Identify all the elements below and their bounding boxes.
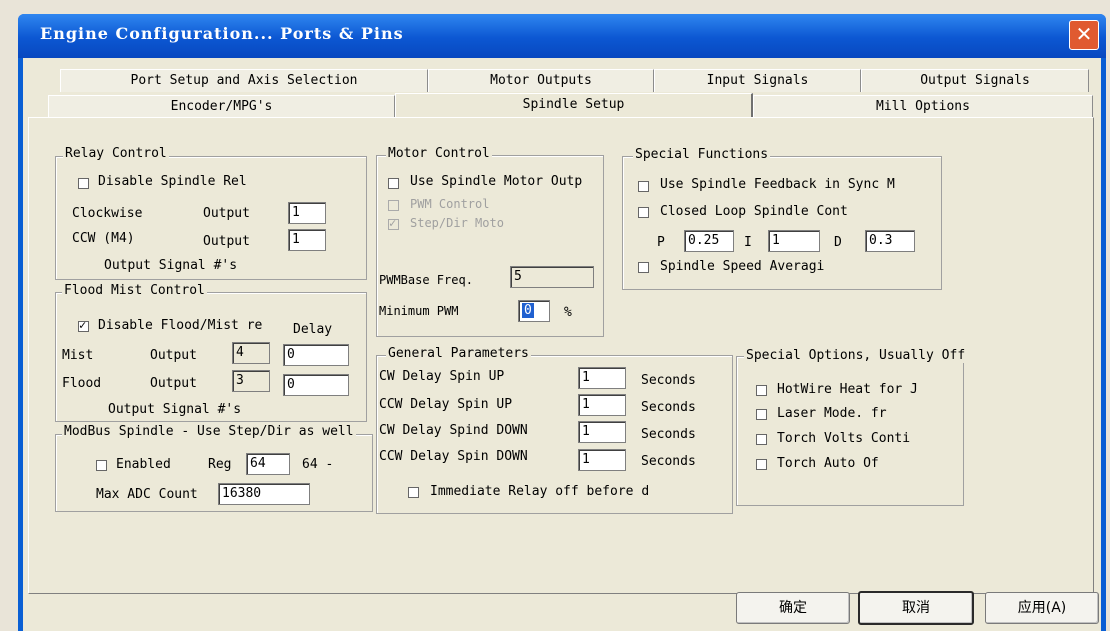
ccw-output-label: Output xyxy=(203,234,250,249)
ccw-spin-up-unit: Seconds xyxy=(641,400,696,415)
laser-mode-label: Laser Mode. fr xyxy=(777,406,887,421)
disable-flood-mist-label: Disable Flood/Mist re xyxy=(98,318,263,333)
special-options-legend: Special Options, Usually Off xyxy=(744,348,968,363)
immediate-relay-off-checkbox[interactable] xyxy=(408,487,419,498)
flood-mist-legend: Flood Mist Control xyxy=(62,283,207,298)
general-parameters-legend: General Parameters xyxy=(386,346,531,361)
ccw-output-field[interactable]: 1 xyxy=(288,229,326,251)
delay-label: Delay xyxy=(293,322,333,337)
d-label: D xyxy=(834,235,842,250)
flood-output-signals-label: Output Signal #'s xyxy=(108,402,242,417)
close-icon[interactable]: ✕ xyxy=(1069,20,1099,50)
flood-delay-field[interactable]: 0 xyxy=(283,374,349,396)
spindle-feedback-sync-label: Use Spindle Feedback in Sync M xyxy=(660,177,895,192)
modbus-enabled-label: Enabled xyxy=(116,457,171,472)
ccw-spin-down-unit: Seconds xyxy=(641,454,696,469)
hotwire-heat-label: HotWire Heat for J xyxy=(777,382,918,397)
disable-spindle-relay-checkbox[interactable] xyxy=(78,178,89,189)
tab-mill-options[interactable]: Mill Options xyxy=(753,95,1093,118)
i-field[interactable]: 1 xyxy=(768,230,820,252)
cw-spin-down-label: CW Delay Spind DOWN xyxy=(379,423,528,438)
step-dir-motor-label: Step/Dir Moto xyxy=(410,216,504,230)
tab-motor-outputs[interactable]: Motor Outputs xyxy=(428,69,654,92)
mist-label: Mist xyxy=(62,348,94,363)
spindle-speed-averaging-label: Spindle Speed Averagi xyxy=(660,259,825,274)
closed-loop-spindle-checkbox[interactable] xyxy=(638,207,649,218)
i-label: I xyxy=(744,235,752,250)
pwm-base-freq-label: PWMBase Freq. xyxy=(379,273,473,287)
minimum-pwm-label: Minimum PWM xyxy=(379,304,459,318)
tab-encoder-mpg[interactable]: Encoder/MPG's xyxy=(48,95,395,118)
window-title: Engine Configuration... Ports & Pins xyxy=(40,24,404,43)
laser-mode-checkbox[interactable] xyxy=(756,409,767,420)
minimum-pwm-unit: % xyxy=(564,305,572,320)
ccw-spin-up-label: CCW Delay Spin UP xyxy=(379,397,513,412)
d-field[interactable]: 0.3 xyxy=(865,230,915,252)
ccw-spin-down-field[interactable]: 1 xyxy=(578,449,626,471)
torch-volts-label: Torch Volts Conti xyxy=(777,431,911,446)
hotwire-heat-checkbox[interactable] xyxy=(756,385,767,396)
flood-label: Flood xyxy=(62,376,102,391)
pwm-base-freq-field[interactable]: 5 xyxy=(510,266,594,288)
modbus-enabled-checkbox[interactable] xyxy=(96,460,107,471)
max-adc-count-field[interactable]: 16380 xyxy=(218,483,310,505)
tab-spindle-setup[interactable]: Spindle Setup xyxy=(395,93,753,118)
tab-input-signals[interactable]: Input Signals xyxy=(654,69,861,92)
pwm-control-label: PWM Control xyxy=(410,197,490,211)
apply-button[interactable]: 应用(A) xyxy=(985,592,1099,624)
special-functions-legend: Special Functions xyxy=(633,147,771,162)
ccw-spin-down-label: CCW Delay Spin DOWN xyxy=(379,449,528,464)
torch-volts-checkbox[interactable] xyxy=(756,434,767,445)
clockwise-label: Clockwise xyxy=(72,206,143,221)
tab-output-signals[interactable]: Output Signals xyxy=(861,69,1089,92)
minimum-pwm-value: 0 xyxy=(522,303,534,318)
ccw-label: CCW (M4) xyxy=(72,231,135,246)
spindle-feedback-sync-checkbox[interactable] xyxy=(638,181,649,192)
cw-spin-up-field[interactable]: 1 xyxy=(578,367,626,389)
reg-field[interactable]: 64 xyxy=(246,453,290,475)
ok-button[interactable]: 确定 xyxy=(736,592,850,624)
flood-output-label: Output xyxy=(150,376,197,391)
reg-label: Reg xyxy=(208,457,232,472)
spindle-speed-averaging-checkbox[interactable] xyxy=(638,262,649,273)
pwm-control-checkbox[interactable] xyxy=(388,200,399,211)
cw-spin-up-label: CW Delay Spin UP xyxy=(379,369,505,384)
cw-spin-down-unit: Seconds xyxy=(641,427,696,442)
relay-control-legend: Relay Control xyxy=(63,146,169,161)
cw-output-label: Output xyxy=(203,206,250,221)
immediate-relay-off-label: Immediate Relay off before d xyxy=(430,484,650,499)
use-spindle-motor-output-checkbox[interactable] xyxy=(388,178,399,189)
step-dir-motor-checkbox[interactable] xyxy=(388,216,399,230)
flood-output-field[interactable]: 3 xyxy=(232,370,270,392)
mist-delay-field[interactable]: 0 xyxy=(283,344,349,366)
ccw-spin-up-field[interactable]: 1 xyxy=(578,394,626,416)
cancel-button[interactable]: 取消 xyxy=(858,591,974,625)
reg-suffix-label: 64 - xyxy=(302,457,334,472)
torch-auto-off-checkbox[interactable] xyxy=(756,459,767,470)
cw-output-field[interactable]: 1 xyxy=(288,202,326,224)
p-field[interactable]: 0.25 xyxy=(684,230,734,252)
closed-loop-spindle-label: Closed Loop Spindle Cont xyxy=(660,204,848,219)
cw-spin-up-unit: Seconds xyxy=(641,373,696,388)
disable-flood-mist-checkbox[interactable] xyxy=(78,318,89,332)
modbus-spindle-legend: ModBus Spindle - Use Step/Dir as well xyxy=(62,424,356,439)
torch-auto-off-label: Torch Auto Of xyxy=(777,456,879,471)
tab-port-setup[interactable]: Port Setup and Axis Selection xyxy=(60,69,428,92)
motor-control-legend: Motor Control xyxy=(386,146,492,161)
mist-output-field[interactable]: 4 xyxy=(232,342,270,364)
minimum-pwm-field[interactable]: 0 xyxy=(518,300,550,322)
use-spindle-motor-output-label: Use Spindle Motor Outp xyxy=(410,174,583,189)
disable-spindle-relay-label: Disable Spindle Rel xyxy=(98,174,247,189)
relay-output-signals-label: Output Signal #'s xyxy=(104,258,238,273)
mist-output-label: Output xyxy=(150,348,197,363)
max-adc-count-label: Max ADC Count xyxy=(96,487,198,502)
cw-spin-down-field[interactable]: 1 xyxy=(578,421,626,443)
p-label: P xyxy=(657,235,665,250)
